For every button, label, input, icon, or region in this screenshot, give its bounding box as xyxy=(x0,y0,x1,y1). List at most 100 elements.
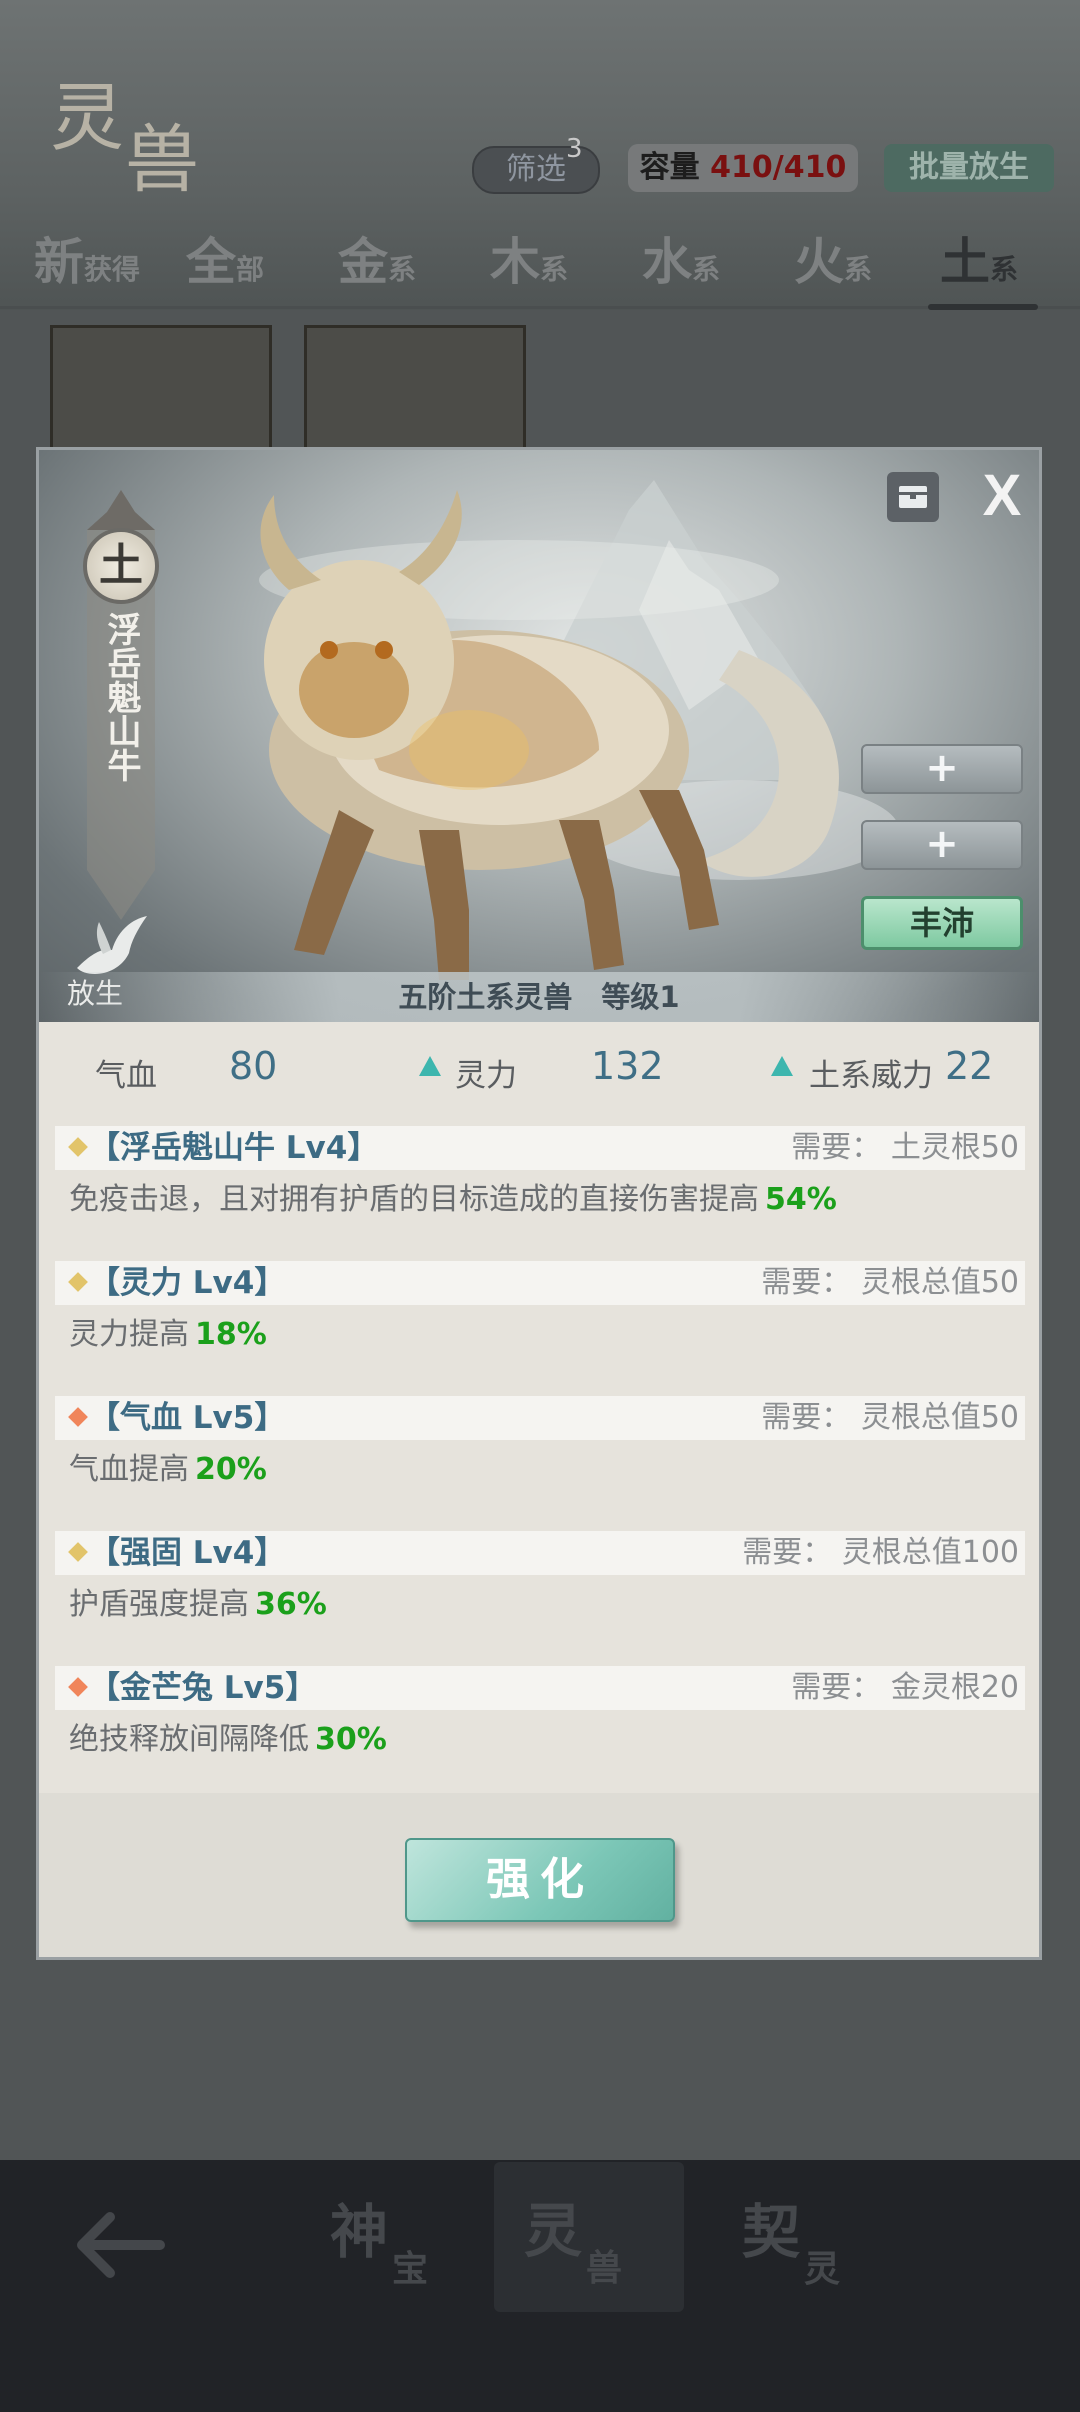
earth-power-label: 土系威力 xyxy=(809,1058,933,1094)
nav-spirit-beast-char1: 灵 xyxy=(524,2197,583,2265)
nav-spirit-beast[interactable]: 灵 兽 xyxy=(494,2162,684,2312)
skill-description: 护盾强度提高 36% xyxy=(55,1575,1025,1645)
tab-earth-big: 土 xyxy=(940,232,990,291)
spirit-value: 132 xyxy=(591,1044,664,1088)
nav-contract-spirit-char2: 灵 xyxy=(804,2248,841,2290)
skill-description-text: 护盾强度提高 xyxy=(69,1587,249,1622)
beast-detail-modal: 土 浮岳魁山牛 放生 X + + 丰沛 五阶土系灵兽 等级1 气血 80 灵力 xyxy=(36,447,1042,1960)
orange-diamond-icon xyxy=(68,1677,88,1697)
logo-char-1: 灵 xyxy=(50,75,124,161)
skill-percent: 30% xyxy=(315,1722,387,1757)
skill-description: 绝技释放间隔降低 30% xyxy=(55,1710,1025,1780)
tab-all-small: 部 xyxy=(236,253,265,286)
rank-level-text: 五阶土系灵兽 等级1 xyxy=(398,980,680,1014)
tab-earth-small: 系 xyxy=(990,253,1019,286)
element-earth-badge: 土 xyxy=(83,528,159,604)
tab-all-big: 全 xyxy=(186,232,236,291)
skill-header: 【强固 Lv4】 需要： 灵根总值100 xyxy=(55,1531,1025,1575)
skill-requirement: 需要： 土灵根50 xyxy=(791,1130,1019,1165)
skill-title: 【强固 Lv4】 xyxy=(89,1535,286,1571)
skill-header: 【灵力 Lv4】 需要： 灵根总值50 xyxy=(55,1261,1025,1305)
hp-label: 气血 xyxy=(95,1058,157,1094)
skill-description-text: 免疫击退，且对拥有护盾的目标造成的直接伤害提高 xyxy=(69,1182,759,1217)
gold-diamond-icon xyxy=(68,1137,88,1157)
skill-requirement: 需要： 金灵根20 xyxy=(791,1670,1019,1705)
tab-metal-big: 金 xyxy=(338,232,388,291)
skill-entry: 【气血 Lv5】 需要： 灵根总值50 气血提高 20% xyxy=(55,1396,1025,1510)
nav-divine-treasure-char1: 神 xyxy=(330,2198,389,2266)
skill-description-text: 灵力提高 xyxy=(69,1317,189,1352)
tab-water-small: 系 xyxy=(692,253,721,286)
skill-description: 免疫击退，且对拥有护盾的目标造成的直接伤害提高 54% xyxy=(55,1170,1025,1240)
filter-count-badge: 3 xyxy=(566,134,583,164)
tab-metal-small: 系 xyxy=(388,253,417,286)
tab-water[interactable]: 水系 xyxy=(642,222,720,306)
rank-level-bar: 五阶土系灵兽 等级1 xyxy=(39,972,1039,1022)
nav-contract-spirit-char1: 契 xyxy=(742,2198,801,2266)
orange-diamond-icon xyxy=(68,1407,88,1427)
tab-metal[interactable]: 金系 xyxy=(338,222,416,306)
element-tabs: 新获得 全部 金系 木系 水系 火系 土系 xyxy=(0,222,1080,310)
add-slot-button[interactable]: + xyxy=(861,820,1023,870)
skill-requirement: 需要： 灵根总值50 xyxy=(761,1265,1019,1300)
tab-fire-big: 火 xyxy=(794,232,844,291)
tab-wood[interactable]: 木系 xyxy=(490,222,568,306)
skill-requirement: 需要： 灵根总值100 xyxy=(742,1535,1019,1570)
skill-entry: 【灵力 Lv4】 需要： 灵根总值50 灵力提高 18% xyxy=(55,1261,1025,1375)
skill-percent: 18% xyxy=(195,1317,267,1352)
skill-percent: 36% xyxy=(255,1587,327,1622)
nav-contract-spirit[interactable]: 契 灵 xyxy=(712,2185,902,2305)
nav-divine-treasure[interactable]: 神 宝 xyxy=(300,2185,490,2305)
tab-all[interactable]: 全部 xyxy=(186,222,264,306)
filter-button-label: 筛选 xyxy=(506,152,566,187)
spirit-up-arrow-icon xyxy=(419,1056,441,1076)
skill-requirement: 需要： 灵根总值50 xyxy=(761,1400,1019,1435)
skill-description: 气血提高 20% xyxy=(55,1440,1025,1510)
skill-header: 【金芒兔 Lv5】 需要： 金灵根20 xyxy=(55,1666,1025,1710)
skill-title: 【气血 Lv5】 xyxy=(89,1400,286,1436)
tab-wood-big: 木 xyxy=(490,232,540,291)
add-slot-button[interactable]: + xyxy=(861,744,1023,794)
skill-percent: 20% xyxy=(195,1452,267,1487)
skill-entry: 【强固 Lv4】 需要： 灵根总值100 护盾强度提高 36% xyxy=(55,1531,1025,1645)
batch-release-button[interactable]: 批量放生 xyxy=(884,144,1054,192)
nav-divine-treasure-char2: 宝 xyxy=(392,2248,429,2290)
beast-name: 浮岳魁山牛 xyxy=(101,612,141,782)
tab-fire-small: 系 xyxy=(844,253,873,286)
capacity-label: 容量 xyxy=(639,150,700,185)
skill-entry: 【浮岳魁山牛 Lv4】 需要： 土灵根50 免疫击退，且对拥有护盾的目标造成的直… xyxy=(55,1126,1025,1240)
enhance-button[interactable]: 强化 xyxy=(405,1838,675,1922)
stats-row: 气血 80 灵力 132 土系威力 22 xyxy=(39,1022,1039,1118)
nav-spirit-beast-char2: 兽 xyxy=(586,2247,623,2289)
skill-title: 【灵力 Lv4】 xyxy=(89,1265,286,1301)
tab-new[interactable]: 新获得 xyxy=(34,222,140,306)
skill-description-text: 气血提高 xyxy=(69,1452,189,1487)
skill-title: 【金芒兔 Lv5】 xyxy=(89,1670,317,1706)
spirit-label: 灵力 xyxy=(455,1058,517,1094)
gold-diamond-icon xyxy=(68,1272,88,1292)
hp-value: 80 xyxy=(229,1044,278,1088)
tab-new-big: 新 xyxy=(34,232,84,291)
capacity-value: 410/410 xyxy=(710,150,847,185)
close-button[interactable]: X xyxy=(977,467,1027,525)
skill-entry: 【金芒兔 Lv5】 需要： 金灵根20 绝技释放间隔降低 30% xyxy=(55,1666,1025,1780)
skill-description-text: 绝技释放间隔降低 xyxy=(69,1722,309,1757)
tab-fire[interactable]: 火系 xyxy=(794,222,872,306)
batch-release-label: 批量放生 xyxy=(909,150,1029,185)
page-logo: 灵 兽 xyxy=(30,40,220,203)
earth-power-value: 22 xyxy=(945,1044,994,1088)
beast-artwork-panel: 土 浮岳魁山牛 放生 X + + 丰沛 五阶土系灵兽 等级1 xyxy=(39,450,1039,1022)
skill-header: 【气血 Lv5】 需要： 灵根总值50 xyxy=(55,1396,1025,1440)
tab-earth[interactable]: 土系 xyxy=(927,222,1039,310)
abundant-button[interactable]: 丰沛 xyxy=(861,896,1023,950)
skill-title: 【浮岳魁山牛 Lv4】 xyxy=(89,1130,379,1166)
skill-percent: 54% xyxy=(765,1182,837,1217)
tab-wood-small: 系 xyxy=(540,253,569,286)
back-arrow-icon[interactable] xyxy=(70,2205,170,2285)
tab-new-small: 获得 xyxy=(84,253,141,286)
card-chest-icon[interactable] xyxy=(887,472,939,522)
skill-description: 灵力提高 18% xyxy=(55,1305,1025,1375)
earth-power-up-arrow-icon xyxy=(771,1056,793,1076)
logo-char-2: 兽 xyxy=(125,117,199,203)
tab-water-big: 水 xyxy=(642,232,692,291)
